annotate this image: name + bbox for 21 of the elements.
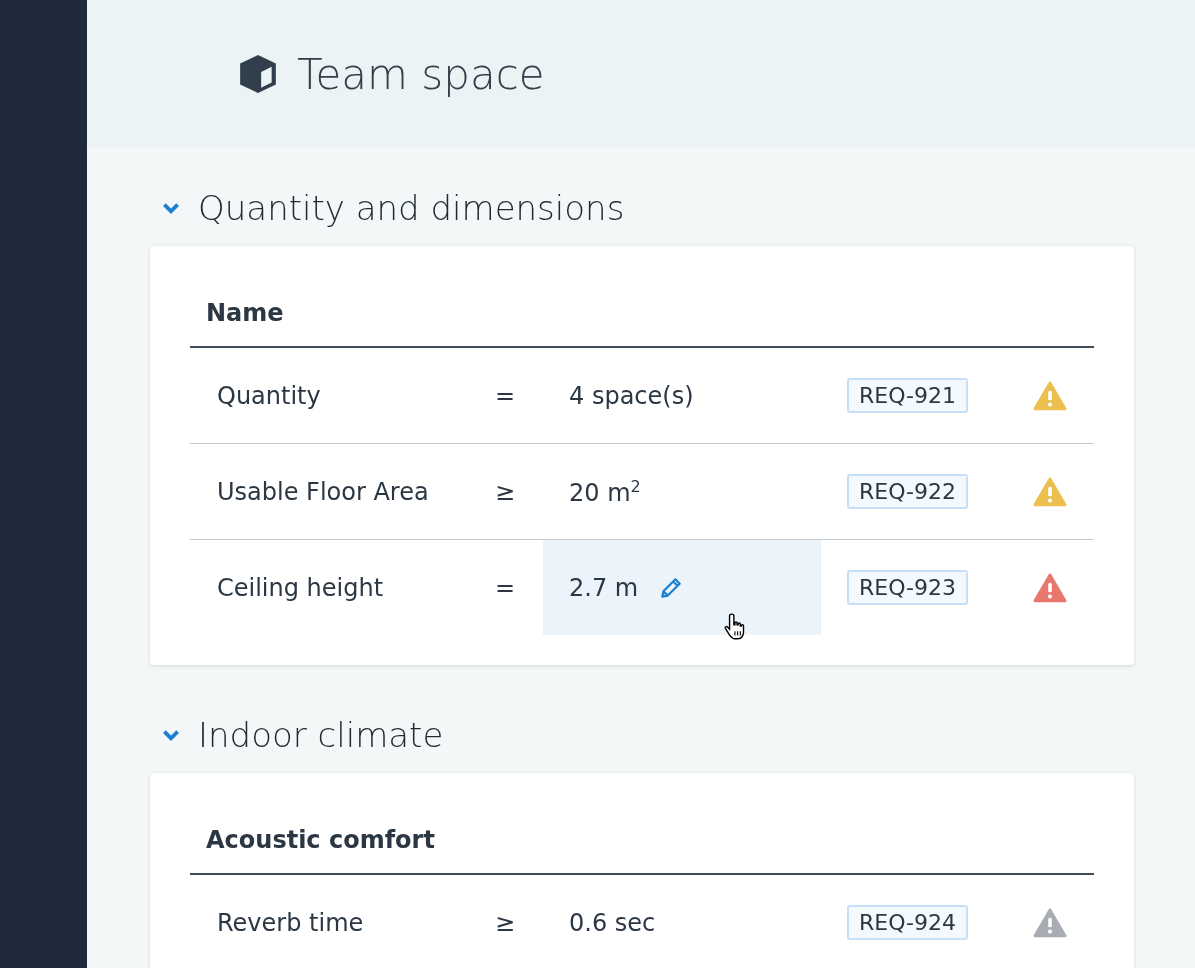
table-cell-text: Ceiling height <box>216 572 385 604</box>
operator-cell-text: = <box>495 380 517 412</box>
operator-cell-text: ≥ <box>495 476 517 508</box>
cube-icon <box>237 53 279 95</box>
page-title: Team space <box>297 49 545 99</box>
requirement-tag[interactable]: REQ-922 <box>847 474 969 509</box>
table-heading: Acoustic comfort <box>190 813 1094 875</box>
requirement-tag[interactable]: REQ-921 <box>847 378 969 413</box>
operator-cell-text: = <box>495 572 517 604</box>
table-cell-text: Usable Floor Area <box>216 476 430 508</box>
section-title: Indoor climate <box>198 715 444 755</box>
requirement-tag[interactable]: REQ-923 <box>847 570 969 605</box>
table-cell-text: Reverb time <box>216 907 365 939</box>
requirement-tag[interactable]: REQ-924 <box>847 905 969 940</box>
table-heading: Name <box>190 286 1094 348</box>
section-title: Quantity and dimensions <box>198 188 625 228</box>
value-cell[interactable]: 4 space(s) <box>543 348 821 443</box>
table-cell-text: Quantity <box>216 380 322 412</box>
value-cell[interactable]: 0.6 sec <box>543 875 821 968</box>
value-cell[interactable]: 20 m$^{2}$ <box>543 444 821 539</box>
operator-cell-text: ≥ <box>495 907 517 939</box>
